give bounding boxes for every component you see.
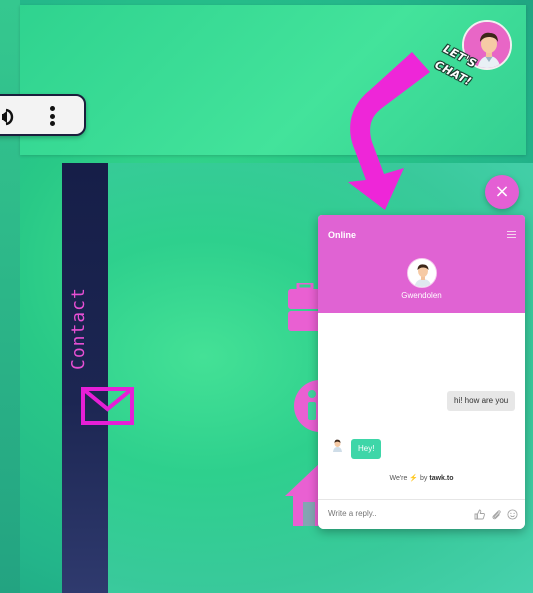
sidebar-contact-label[interactable]: Contact (68, 270, 98, 370)
kebab-menu-icon[interactable] (48, 106, 56, 126)
powered-brand: tawk.to (429, 475, 454, 482)
close-chat-button[interactable]: × (485, 175, 519, 209)
chat-header: Online Gwendolen (318, 215, 525, 313)
powered-prefix: We're (389, 475, 408, 482)
reply-input[interactable] (328, 509, 458, 518)
emoji-icon[interactable] (507, 509, 518, 520)
briefcase-icon[interactable] (288, 283, 322, 331)
chat-status: Online (328, 230, 357, 240)
paperclip-icon[interactable] (491, 509, 502, 520)
media-control-pill (0, 94, 86, 136)
chat-input-row (318, 499, 525, 529)
mail-icon[interactable] (81, 387, 136, 427)
chat-widget: Online Gwendolen hi! how are you Hey! We… (318, 215, 525, 529)
sidebar (62, 163, 108, 593)
powered-mid: by (420, 475, 428, 482)
speaker-icon[interactable] (2, 107, 22, 127)
home-icon[interactable] (285, 456, 321, 526)
person-avatar-icon (408, 259, 436, 287)
background-strip (0, 0, 20, 593)
lightning-icon: ⚡ (409, 475, 419, 482)
hamburger-menu-icon[interactable] (507, 231, 516, 238)
agent-avatar (407, 258, 437, 288)
curved-arrow-icon (348, 52, 430, 210)
agent-name: Gwendolen (401, 291, 442, 300)
powered-by[interactable]: We're ⚡ by tawk.to (318, 474, 525, 482)
message-outgoing: hi! how are you (447, 391, 516, 411)
message-incoming: Hey! (351, 439, 382, 459)
thumbs-up-icon[interactable] (474, 509, 485, 520)
close-icon: × (494, 181, 510, 202)
agent-mini-avatar-icon (333, 439, 342, 452)
info-icon[interactable] (290, 380, 320, 432)
